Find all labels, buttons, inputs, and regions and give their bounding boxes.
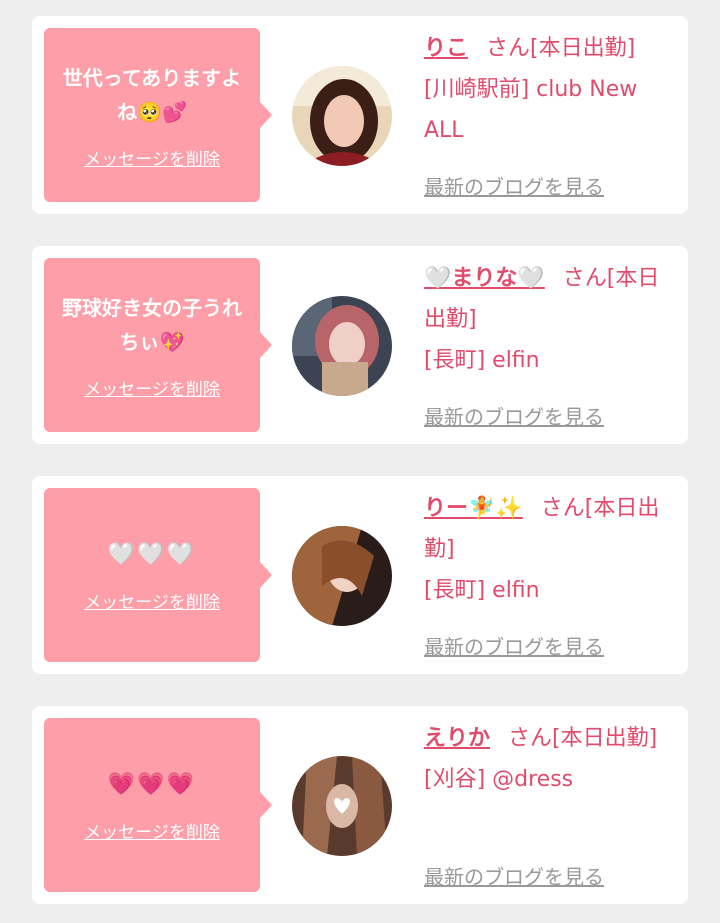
cast-info: りこ さん[本日出勤] [川崎駅前] club New ALL: [424, 28, 680, 151]
cast-info: 🤍まりな🤍 さん[本日出勤] [長町] elfin: [424, 258, 680, 381]
delete-message-link[interactable]: メッセージを削除: [84, 818, 220, 843]
message-card: 野球好き女の子うれちぃ💖 メッセージを削除 🤍まりな🤍 さん[本日出勤] [長町]…: [32, 246, 688, 444]
message-list: 世代ってありますよね🥺💕 メッセージを削除 りこ さん[本日出勤] [川崎駅前] …: [0, 0, 720, 923]
delete-message-link[interactable]: メッセージを削除: [84, 375, 220, 400]
latest-blog-link[interactable]: 最新のブログを見る: [424, 171, 604, 200]
latest-blog-link[interactable]: 最新のブログを見る: [424, 401, 604, 430]
message-body: 野球好き女の子うれちぃ: [62, 295, 242, 354]
delete-message-link[interactable]: メッセージを削除: [84, 145, 220, 170]
message-bubble: 野球好き女の子うれちぃ💖 メッセージを削除: [44, 258, 272, 432]
message-bubble: 🤍🤍🤍 メッセージを削除: [44, 488, 272, 662]
cast-info: えりか さん[本日出勤] [刈谷] @dress: [424, 718, 680, 800]
avatar-photo: [292, 526, 392, 626]
message-bubble: 世代ってありますよね🥺💕 メッセージを削除: [44, 28, 272, 202]
message-bubble: 💗💗💗 メッセージを削除: [44, 718, 272, 892]
message-text: 💗💗💗: [107, 771, 197, 797]
cast-status: さん[本日出勤]: [486, 36, 636, 61]
shop-name: [川崎駅前] club New ALL: [424, 77, 638, 143]
message-card: 💗💗💗 メッセージを削除 えりか さん[本日出勤] [刈谷] @dress 最新の…: [32, 706, 688, 904]
shop-name: [長町] elfin: [424, 578, 540, 603]
cast-name-link[interactable]: えりか: [424, 726, 490, 751]
message-emoji: 🥺💕: [137, 99, 187, 124]
avatar[interactable]: [292, 296, 392, 396]
cast-status: さん[本日出勤]: [508, 726, 658, 751]
avatar[interactable]: [292, 526, 392, 626]
message-card: 世代ってありますよね🥺💕 メッセージを削除 りこ さん[本日出勤] [川崎駅前] …: [32, 16, 688, 214]
avatar-photo: [292, 756, 392, 856]
avatar[interactable]: [292, 66, 392, 166]
message-card: 🤍🤍🤍 メッセージを削除 りー🧚✨ さん[本日出勤] [長町] elfin 最新の…: [32, 476, 688, 674]
cast-info: りー🧚✨ さん[本日出勤] [長町] elfin: [424, 488, 680, 611]
shop-name: [刈谷] @dress: [424, 767, 574, 792]
message-text: 🤍🤍🤍: [107, 541, 197, 567]
shop-name: [長町] elfin: [424, 348, 540, 373]
delete-message-link[interactable]: メッセージを削除: [84, 588, 220, 613]
message-emoji: 💖: [159, 329, 185, 354]
latest-blog-link[interactable]: 最新のブログを見る: [424, 631, 604, 660]
avatar-photo: [292, 296, 392, 396]
cast-name-link[interactable]: りー🧚✨: [424, 496, 523, 521]
cast-name-link[interactable]: 🤍まりな🤍: [424, 266, 545, 291]
avatar[interactable]: [292, 756, 392, 856]
message-text: 世代ってありますよね🥺💕: [58, 61, 246, 129]
latest-blog-link[interactable]: 最新のブログを見る: [424, 861, 604, 890]
message-text: 野球好き女の子うれちぃ💖: [58, 291, 246, 359]
cast-name-link[interactable]: りこ: [424, 36, 468, 61]
avatar-photo: [292, 66, 392, 166]
